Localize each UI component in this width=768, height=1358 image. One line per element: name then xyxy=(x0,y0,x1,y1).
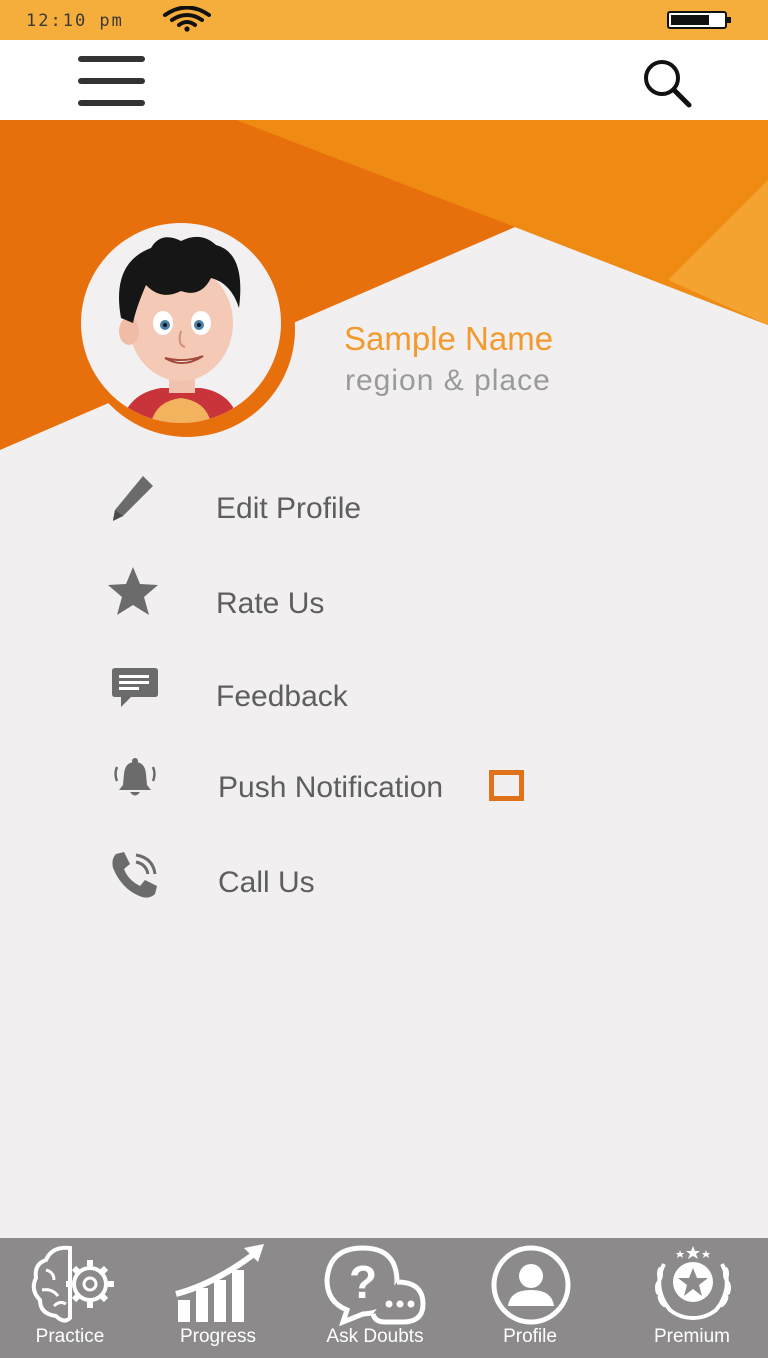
svg-text:?: ? xyxy=(349,1256,377,1308)
nav-premium[interactable]: Premium xyxy=(622,1238,762,1358)
menu-label: Feedback xyxy=(216,680,348,713)
menu-item-feedback[interactable]: Feedback xyxy=(0,666,768,736)
user-icon xyxy=(491,1245,571,1325)
bell-icon xyxy=(114,758,156,796)
menu-item-edit-profile[interactable]: Edit Profile xyxy=(0,474,768,544)
nav-label: Profile xyxy=(503,1326,557,1347)
avatar-ring xyxy=(79,221,295,437)
star-icon xyxy=(108,567,158,615)
phone-icon xyxy=(112,852,157,898)
chat-icon xyxy=(112,668,158,707)
menu-label: Call Us xyxy=(218,866,315,899)
menu-item-call-us[interactable]: Call Us xyxy=(0,850,768,920)
nav-ask-doubts[interactable]: ? Ask Doubts xyxy=(305,1238,445,1358)
menu-label: Rate Us xyxy=(216,587,325,620)
growth-chart-icon xyxy=(175,1244,264,1322)
battery-icon xyxy=(667,11,731,29)
profile-name: Sample Name xyxy=(344,320,554,357)
nav-label: Practice xyxy=(35,1326,105,1347)
app-bar xyxy=(0,40,768,120)
laurel-star-icon xyxy=(655,1246,731,1320)
nav-profile[interactable]: Profile xyxy=(460,1238,600,1358)
wifi-icon xyxy=(163,6,211,32)
pencil-icon xyxy=(113,476,153,521)
search-icon[interactable] xyxy=(640,56,694,110)
status-bar: 12:10 pm xyxy=(0,0,768,40)
bottom-nav: Practice Progress ? Ask Doubts Profile P… xyxy=(0,1238,768,1358)
cartoon-boy-avatar xyxy=(119,236,241,423)
status-time: 12:10 pm xyxy=(26,11,124,31)
menu-item-push-notification[interactable]: Push Notification xyxy=(0,757,768,827)
brain-gear-icon xyxy=(31,1245,114,1323)
question-chat-icon: ? xyxy=(324,1245,426,1326)
nav-label: Progress xyxy=(179,1326,257,1347)
profile-location: region & place xyxy=(345,364,551,397)
push-notification-checkbox[interactable] xyxy=(489,770,524,801)
menu-item-rate-us[interactable]: Rate Us xyxy=(0,565,768,635)
hamburger-icon[interactable] xyxy=(78,56,145,106)
nav-practice[interactable]: Practice xyxy=(0,1238,140,1358)
nav-progress[interactable]: Progress xyxy=(148,1238,288,1358)
nav-label: Premium xyxy=(653,1326,730,1347)
nav-label: Ask Doubts xyxy=(326,1326,424,1347)
menu-label: Push Notification xyxy=(218,771,444,804)
avatar[interactable] xyxy=(81,223,281,423)
menu-label: Edit Profile xyxy=(216,492,362,525)
